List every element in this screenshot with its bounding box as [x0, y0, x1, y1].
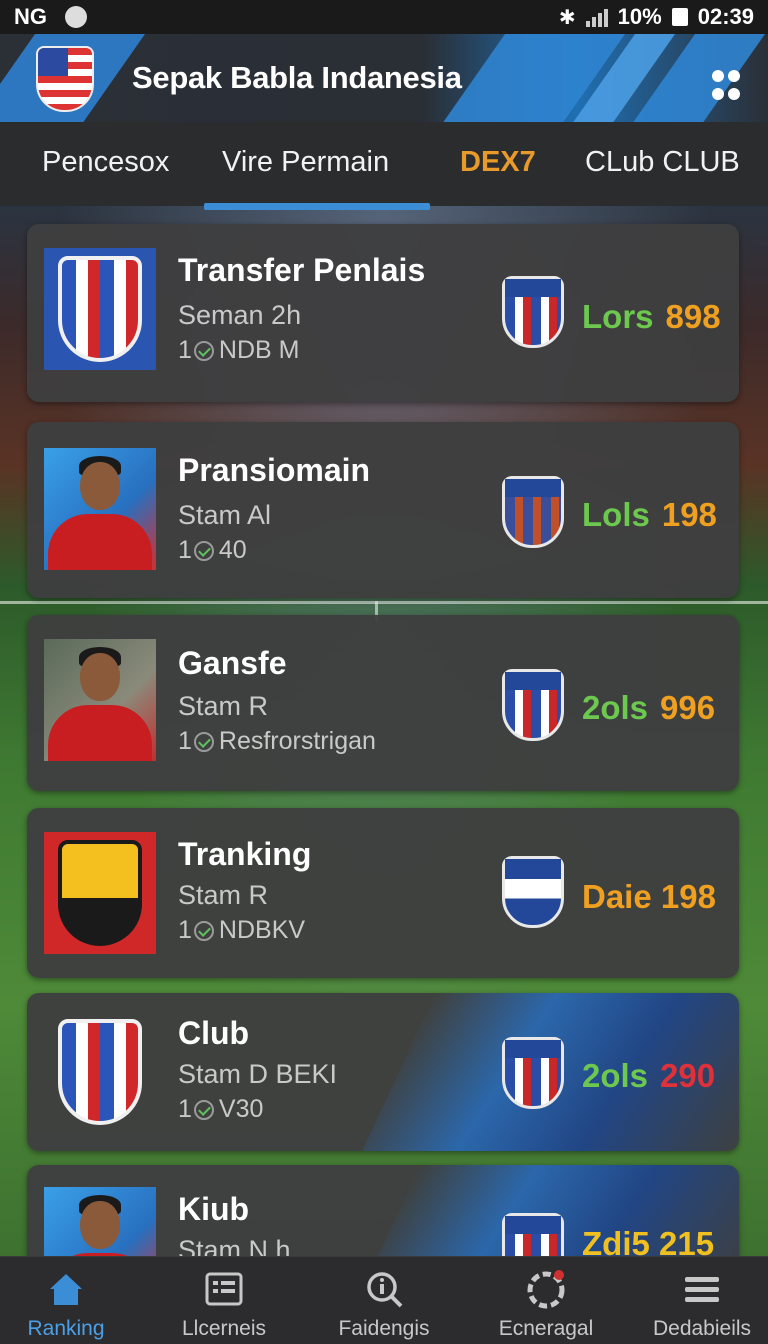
item-stat: 2ols 290	[582, 1057, 716, 1094]
clock: 02:39	[697, 4, 754, 29]
search-info-icon	[367, 1272, 403, 1308]
nav-llcerneis[interactable]: Llcerneis	[148, 1257, 300, 1344]
check-icon	[193, 540, 214, 561]
club-shield-image	[44, 832, 156, 954]
club-crest-icon	[502, 1213, 564, 1256]
nav-faidengis[interactable]: Faidengis	[308, 1257, 460, 1344]
item-subtitle: Stam R	[178, 880, 269, 910]
nav-label: Ranking	[27, 1317, 105, 1340]
list-item[interactable]: Kiub Stam N h Zdi5 215	[27, 1165, 739, 1256]
list-item[interactable]: Gansfe Stam R 1 Resfrorstrigan 2ols 996	[27, 615, 739, 791]
nav-label: Dedabieils	[652, 1317, 752, 1340]
item-subtitle: Stam D BEKI	[178, 1059, 338, 1089]
item-subtitle: Stam N h	[178, 1235, 291, 1256]
item-title: Kiub	[178, 1191, 250, 1227]
club-shield-image	[44, 248, 156, 370]
tab-bar: Pencesox Vire Permain DEX7 CLub CLUB	[0, 122, 768, 206]
item-stat: Lols 198	[582, 496, 717, 533]
player-photo	[44, 1187, 156, 1256]
item-title: Club	[178, 1015, 250, 1051]
item-title: Gansfe	[178, 645, 287, 681]
item-stat: 2ols 996	[582, 689, 716, 726]
item-subtitle: Stam R	[178, 691, 269, 721]
nav-label: Faidengis	[338, 1317, 430, 1340]
club-crest-icon	[502, 476, 564, 548]
item-title: Pransiomain	[178, 452, 371, 488]
item-stat: Lors 898	[582, 298, 721, 335]
item-stat: Zdi5 215	[582, 1225, 715, 1256]
dots-grid-icon[interactable]	[712, 70, 740, 102]
battery-icon	[671, 8, 688, 26]
tab-pencesox[interactable]: Pencesox	[42, 146, 169, 179]
club-shield-image	[44, 1011, 156, 1133]
list-item[interactable]: Tranking Stam R 1 NDBKV Daie 198	[27, 808, 739, 978]
flag-shield-icon[interactable]	[36, 46, 94, 112]
check-icon	[193, 1099, 214, 1120]
nav-label: Ecneragal	[498, 1317, 594, 1340]
tab-indicator	[204, 203, 430, 210]
nfc-icon: ✱	[558, 6, 576, 29]
status-bar: NG ✱ 10% 02:39	[0, 0, 768, 34]
tab-vire-permain[interactable]: Vire Permain	[222, 146, 389, 179]
item-meta: 1 NDBKV	[178, 916, 306, 944]
carrier-label: NG	[14, 4, 47, 29]
check-icon	[193, 731, 214, 752]
item-meta: 1 NDB M	[178, 336, 300, 364]
home-icon	[50, 1274, 82, 1305]
club-crest-icon	[502, 856, 564, 928]
ball-icon	[527, 1270, 565, 1309]
item-title: Transfer Penlais	[178, 252, 426, 288]
player-photo	[44, 639, 156, 761]
item-meta: 1 Resfrorstrigan	[178, 727, 376, 755]
tab-dex7[interactable]: DEX7	[460, 146, 536, 179]
item-title: Tranking	[178, 836, 312, 872]
club-crest-icon	[502, 276, 564, 348]
check-icon	[193, 920, 214, 941]
item-stat: Daie 198	[582, 878, 716, 915]
player-photo	[44, 448, 156, 570]
item-meta: 1 40	[178, 536, 247, 564]
list-icon	[205, 1272, 243, 1306]
signal-icon	[585, 7, 608, 27]
nav-ecneragal[interactable]: Ecneragal	[470, 1257, 622, 1344]
menu-icon	[685, 1277, 719, 1302]
club-crest-icon	[502, 1037, 564, 1109]
list-item[interactable]: Pransiomain Stam Al 1 40 Lols 198	[27, 422, 739, 598]
nav-ranking[interactable]: Ranking	[0, 1257, 142, 1344]
tab-club[interactable]: CLub CLUB	[585, 146, 740, 179]
nav-dedabieils[interactable]: Dedabieils	[626, 1257, 768, 1344]
check-icon	[193, 340, 214, 361]
battery-percent: 10%	[617, 4, 662, 29]
list-item[interactable]: Transfer Penlais Seman 2h 1 NDB M Lors 898	[27, 224, 739, 402]
nav-label: Llcerneis	[181, 1317, 267, 1340]
item-meta: 1 V30	[178, 1095, 264, 1123]
club-crest-icon	[502, 669, 564, 741]
notification-icon	[65, 6, 87, 28]
app-header: Sepak Babla Indanesia	[0, 34, 768, 122]
app-title: Sepak Babla Indanesia	[132, 60, 462, 95]
item-subtitle: Seman 2h	[178, 300, 302, 330]
list-item[interactable]: Club Stam D BEKI 1 V30 2ols 290	[27, 993, 739, 1151]
item-subtitle: Stam Al	[178, 500, 272, 530]
bottom-navigation: Ranking Llcerneis Faidengis Ecneragal De…	[0, 1256, 768, 1344]
